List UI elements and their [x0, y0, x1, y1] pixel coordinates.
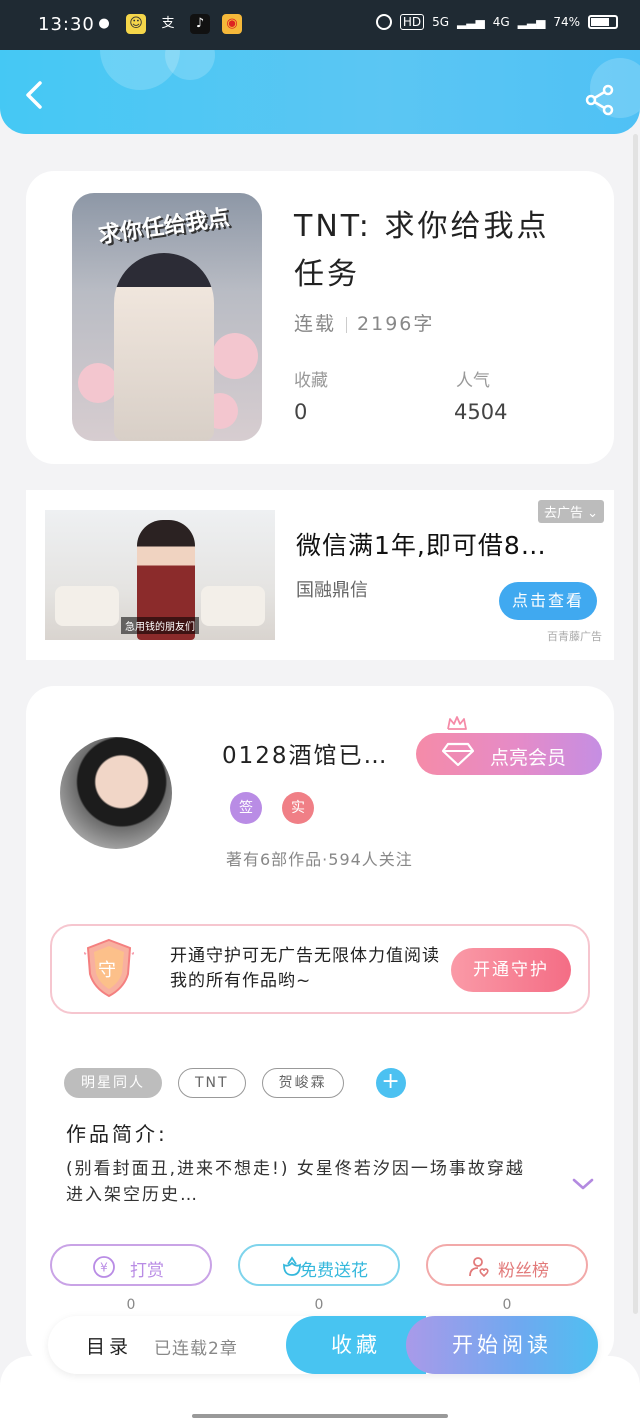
book-word-count: 2196字 — [357, 313, 435, 335]
author-card: 0128酒馆已… 点亮会员 签 实 著有6部作品·594人关注 守 开通守护可无… — [26, 686, 614, 1366]
remove-ad-label: 去广告 — [543, 506, 583, 521]
add-tag-icon[interactable]: + — [375, 1068, 406, 1098]
battery-icon — [588, 15, 618, 29]
popularity-value: 4504 — [454, 400, 508, 424]
wechat-icon: ● — [98, 16, 110, 31]
verified-badge: 实 — [282, 792, 314, 824]
author-name[interactable]: 0128酒馆已… — [222, 736, 389, 770]
hd-label: HD — [399, 14, 425, 30]
guard-description: 开通守护可无广告无限体力值阅读我的所有作品哟~ — [170, 946, 440, 991]
decor-flower — [78, 363, 118, 403]
tip-button[interactable]: ¥ 打赏 — [50, 1244, 212, 1286]
tag-list: 明星同人 TNT 贺峻霖 + — [64, 1068, 406, 1098]
scrollbar[interactable] — [633, 134, 638, 1314]
toc-button[interactable]: 目录 — [86, 1332, 132, 1359]
vip-button[interactable]: 点亮会员 — [416, 716, 602, 775]
cover-title-art: 求你任给我点 — [96, 205, 232, 249]
chevron-down-icon: ⌄ — [587, 506, 598, 521]
ad-view-button[interactable]: 点击查看 — [499, 582, 597, 620]
tip-label: 打赏 — [130, 1261, 164, 1281]
svg-text:¥: ¥ — [100, 1261, 108, 1275]
divider — [346, 316, 348, 333]
book-meta: 连载 2196字 — [294, 309, 434, 336]
signal-icon: ▂▃▅ — [457, 15, 485, 29]
decor-bubble — [165, 50, 215, 80]
signal-icon-2: ▂▃▅ — [517, 15, 546, 29]
tag-item[interactable]: 贺峻霖 — [261, 1068, 344, 1098]
weibo-icon: ◉ — [222, 14, 242, 34]
vip-button-label: 点亮会员 — [490, 747, 567, 769]
flower-count: 0 — [314, 1297, 324, 1313]
book-info-card: 求你任给我点 TNT: 求你给我点任务 连载 2196字 收藏 0 人气 4504 — [26, 171, 614, 464]
tag-item[interactable]: TNT — [178, 1068, 246, 1098]
network-4g: 4G — [492, 15, 510, 29]
decor-flower — [212, 333, 258, 379]
bottom-action-bar: 目录 已连载2章 收藏 开始阅读 — [48, 1316, 598, 1374]
intro-label: 作品简介: — [66, 1122, 168, 1146]
crown-icon — [447, 716, 467, 730]
ad-source: 百青藤广告 — [547, 630, 602, 643]
fan-count: 0 — [502, 1297, 512, 1313]
signed-badge: 签 — [230, 792, 262, 824]
share-icon[interactable] — [584, 84, 616, 116]
cover-figure — [114, 253, 214, 441]
send-flower-button[interactable]: 免费送花 — [238, 1244, 400, 1286]
remove-ad-button[interactable]: 去广告 ⌄ — [537, 500, 604, 523]
alarm-icon — [375, 14, 392, 30]
collect-label: 收藏 — [294, 371, 328, 391]
top-header — [0, 50, 640, 134]
status-indicators: HD 5G ▂▃▅ 4G ▂▃▅ 74% — [375, 14, 618, 30]
yuan-coin-icon: ¥ — [93, 1256, 115, 1278]
status-time: 13:30 — [38, 14, 95, 35]
tip-count: 0 — [126, 1297, 136, 1313]
ad-image-caption: 急用钱的朋友们 — [121, 617, 199, 634]
ad-subtitle: 国融鼎信 — [296, 580, 368, 601]
status-bar: 13:30 ● ☺ 支 ♪ ◉ HD 5G ▂▃▅ 4G ▂▃▅ 74% — [0, 0, 640, 50]
network-5g: 5G — [432, 15, 450, 29]
guard-button[interactable]: 开通守护 — [451, 948, 571, 992]
send-flower-label: 免费送花 — [300, 1261, 368, 1281]
book-status: 连载 — [294, 313, 337, 335]
author-avatar[interactable] — [60, 737, 172, 849]
user-heart-icon — [469, 1257, 489, 1278]
app-icon: ☺ — [126, 14, 146, 34]
ad-banner[interactable]: 急用钱的朋友们 微信满1年,即可借8… 国融鼎信 去广告 ⌄ 点击查看 百青藤广… — [26, 490, 614, 660]
intro-text: (别看封面丑,进来不想走!) 女星佟若汐因一场事故穿越进入架空历史… — [66, 1159, 525, 1205]
start-reading-button[interactable]: 开始阅读 — [406, 1316, 598, 1374]
ad-image[interactable]: 急用钱的朋友们 — [45, 510, 275, 640]
status-app-icons: ● ☺ 支 ♪ ◉ — [94, 14, 242, 34]
decor-sofa — [55, 586, 119, 626]
ad-title[interactable]: 微信满1年,即可借8… — [296, 526, 547, 562]
tag-item[interactable]: 明星同人 — [64, 1068, 162, 1098]
chapter-count: 已连载2章 — [154, 1339, 238, 1359]
guard-icon-text: 守 — [98, 960, 116, 981]
book-title: TNT: 求你给我点任务 — [294, 209, 550, 292]
author-stats: 著有6部作品·594人关注 — [226, 850, 413, 869]
fan-rank-label: 粉丝榜 — [498, 1261, 549, 1281]
popularity-label: 人气 — [456, 371, 490, 391]
chevron-down-icon[interactable] — [571, 1176, 595, 1192]
battery-percent: 74% — [553, 15, 580, 29]
fan-rank-button[interactable]: 粉丝榜 — [426, 1244, 588, 1286]
collect-button[interactable]: 收藏 — [286, 1316, 426, 1374]
decor-sofa — [201, 586, 265, 626]
book-cover[interactable]: 求你任给我点 — [72, 193, 262, 441]
tiktok-icon: ♪ — [190, 14, 210, 34]
guard-promo: 守 开通守护可无广告无限体力值阅读我的所有作品哟~ 开通守护 — [50, 924, 590, 1014]
collect-value: 0 — [294, 400, 308, 424]
home-indicator[interactable] — [192, 1414, 448, 1418]
alipay-icon: 支 — [161, 16, 175, 31]
diamond-icon — [442, 742, 474, 766]
back-arrow-icon[interactable] — [20, 80, 50, 110]
